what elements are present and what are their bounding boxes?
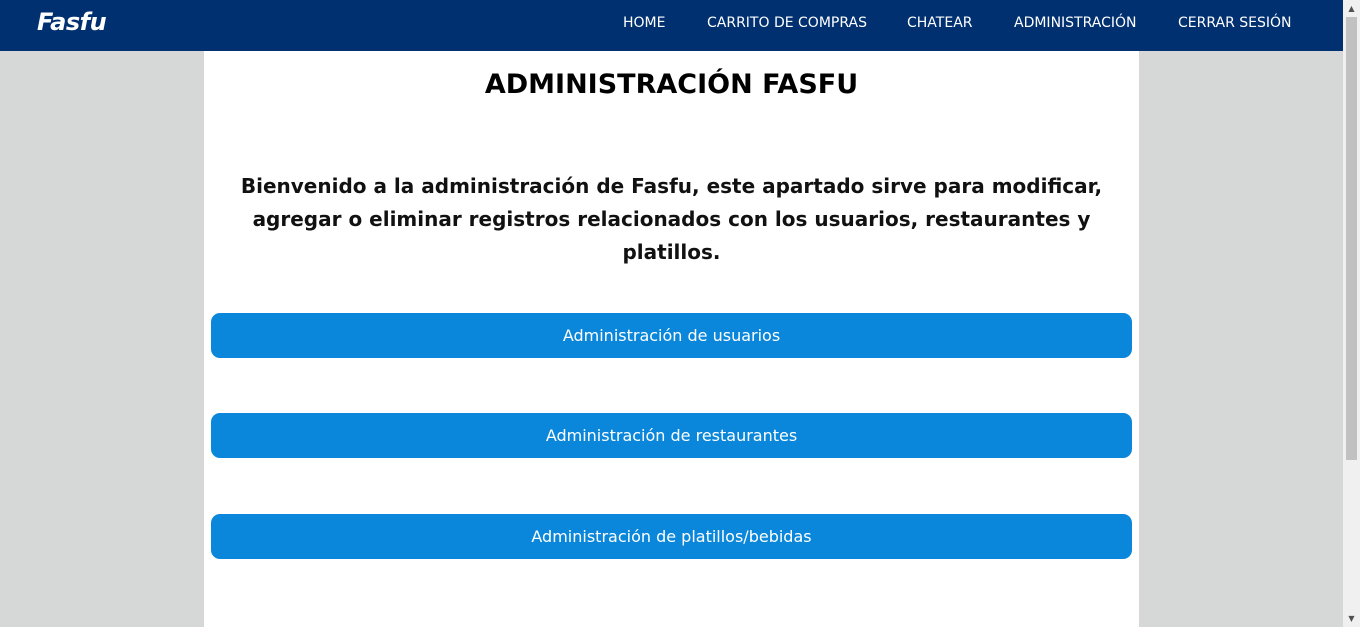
dishes-admin-button[interactable]: Administración de platillos/bebidas (211, 514, 1132, 559)
scroll-down-icon[interactable]: ▼ (1343, 610, 1360, 627)
intro-text: Bienvenido a la administración de Fasfu,… (240, 174, 1103, 264)
nav-item-chatear[interactable]: CHATEAR (907, 15, 973, 31)
vertical-scrollbar[interactable]: ▲ ▼ (1343, 0, 1360, 627)
restaurants-admin-button[interactable]: Administración de restaurantes (211, 413, 1132, 458)
scroll-thumb[interactable] (1346, 17, 1357, 460)
users-admin-button[interactable]: Administración de usuarios (211, 313, 1132, 358)
brand-logo[interactable]: Fasfu (37, 8, 107, 36)
nav-item-administracion[interactable]: ADMINISTRACIÓN (1014, 15, 1137, 31)
scroll-up-icon[interactable]: ▲ (1343, 0, 1360, 17)
navbar: Fasfu HOME CARRITO DE COMPRAS CHATEAR AD… (0, 0, 1343, 51)
nav-item-home[interactable]: HOME (623, 15, 665, 31)
page-title: ADMINISTRACIÓN FASFU (484, 69, 859, 100)
main-content: ADMINISTRACIÓN FASFU Bienvenido a la adm… (204, 51, 1139, 627)
nav-item-carrito[interactable]: CARRITO DE COMPRAS (707, 15, 867, 31)
nav-item-cerrar-sesion[interactable]: CERRAR SESIÓN (1178, 15, 1292, 31)
